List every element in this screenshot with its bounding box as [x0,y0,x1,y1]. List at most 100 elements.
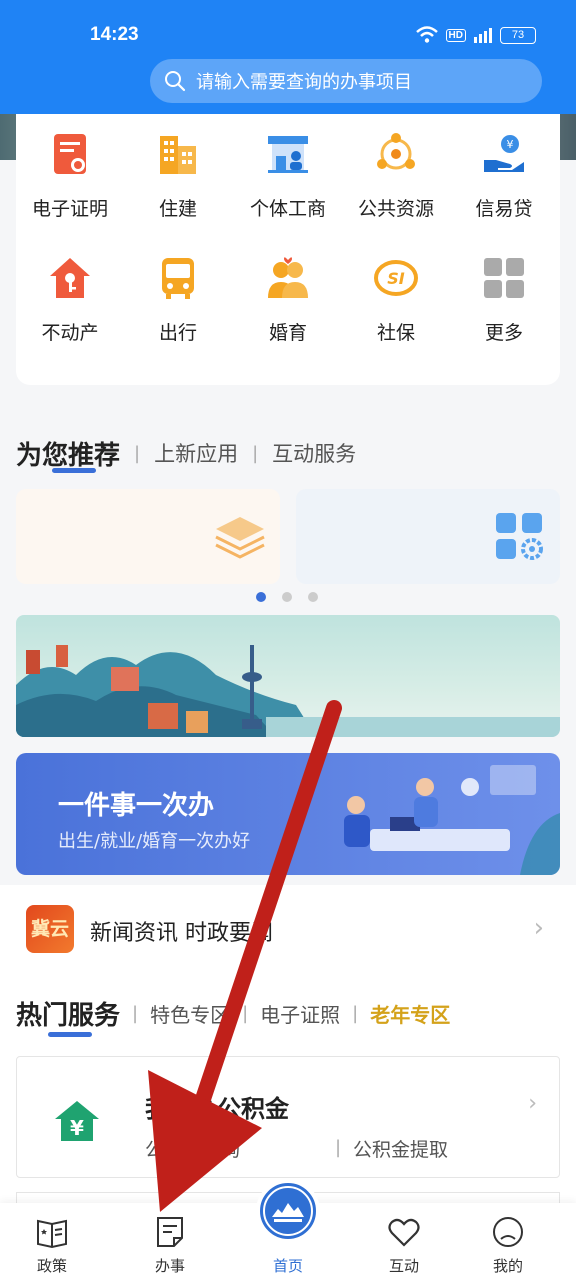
recommend-card-2[interactable] [296,489,560,584]
grid-label: 婚育 [268,322,307,344]
one-thing-promo-banner[interactable]: 一件事一次办 出生/就业/婚育一次办好 [16,753,560,875]
nav-home-label: 首页 [272,1257,303,1275]
grid-item-credit-loan[interactable]: ¥ 信易贷 [450,130,558,221]
grid-item-housing[interactable]: 住建 [124,130,232,221]
nav-label: 互动 [388,1257,419,1275]
search-placeholder: 请输入需要查询的办事项目 [196,72,412,93]
tab-elderly-zone[interactable]: 老年专区 [370,999,450,1028]
wifi-icon [415,26,438,43]
search-input[interactable]: 请输入需要查询的办事项目 [150,59,542,103]
grid-label: 社保 [376,322,415,344]
grid-item-electronic-cert[interactable]: 电子证明 [16,130,124,221]
grid-label: 出行 [158,322,197,344]
social-security-icon: SI [374,260,418,296]
tab-recommend[interactable]: 为您推荐 [16,435,120,472]
nav-interact[interactable]: 互动 [364,1215,444,1276]
carousel-dot-active[interactable] [256,592,266,602]
bottom-navigation: 政策 办事 首页 互动 我的 [0,1179,576,1280]
grid-label: 不动产 [41,322,99,344]
grid-item-marriage[interactable]: 婚育 [234,254,342,345]
status-time: 14:23 [90,24,139,45]
tab-hot-services[interactable]: 热门服务 [16,995,120,1032]
app-header: 14:23 HD 73 请输入需要查询的办事项目 [0,0,576,114]
grid-item-business[interactable]: 个体工商 [234,130,342,221]
battery-icon: 73 [500,26,536,44]
nav-label: 我的 [492,1257,523,1275]
shop-icon [268,136,308,173]
news-label: 新闻资讯 时政要闻 [90,921,273,946]
more-grid-icon [484,258,524,298]
grid-label: 公共资源 [357,198,434,220]
jiyun-logo: 冀云 [26,905,74,953]
grid-label: 信易贷 [475,198,533,220]
service-document-icon [157,1217,183,1247]
great-wall-illustration [16,645,560,737]
tab-separator: | [242,1003,249,1024]
active-tab-indicator [52,468,96,473]
certificate-icon [54,134,86,174]
couple-icon [268,257,308,298]
grid-item-real-estate[interactable]: 不动产 [16,254,124,345]
news-row[interactable]: 冀云 新闻资讯 时政要闻 › [0,885,576,973]
svg-text:¥: ¥ [507,138,514,151]
link-separator: | [335,1137,342,1158]
heart-icon [388,1218,420,1247]
grid-label: 更多 [484,322,523,344]
carousel-dot[interactable] [308,592,318,602]
grid-item-travel[interactable]: 出行 [124,254,232,345]
carousel-dots [256,592,318,602]
tab-e-license[interactable]: 电子证照 [260,999,340,1028]
nav-service[interactable]: 办事 [130,1215,210,1276]
tab-separator: | [134,442,141,464]
apps-settings-icon [496,513,543,560]
nav-policy[interactable]: 政策 [12,1215,92,1276]
housing-fund-icon: ¥ [55,1101,99,1141]
tab-separator: | [132,1003,139,1024]
hot-services-tabs: 热门服务 | 特色专区 | 电子证照 | 老年专区 [16,995,450,1032]
search-icon [165,71,186,92]
bus-icon [162,258,194,299]
status-bar: 14:23 HD 73 [0,22,576,52]
signal-icon [474,27,492,43]
housing-fund-card[interactable]: ¥ 我要办公积金 公积金查询 | 公积金提取 › [16,1056,560,1178]
tab-interactive-services[interactable]: 互动服务 [272,438,356,468]
tab-special-zone[interactable]: 特色专区 [150,999,230,1028]
scenery-banner[interactable] [16,615,560,737]
tab-separator: | [352,1003,359,1024]
recommend-tabs: 为您推荐 | 上新应用 | 互动服务 [16,428,560,478]
profile-icon [493,1217,523,1247]
grid-item-social-security[interactable]: SI 社保 [342,254,450,345]
carousel-dot[interactable] [282,592,292,602]
chevron-right-icon: › [533,913,544,943]
loan-hand-icon: ¥ [484,135,524,172]
grid-label: 电子证明 [31,198,108,220]
grid-item-more[interactable]: 更多 [450,254,558,345]
layers-icon [215,517,265,559]
svg-text:SI: SI [387,269,405,288]
nav-label: 政策 [36,1257,67,1275]
policy-book-icon [37,1219,67,1249]
service-desk-illustration [344,765,560,875]
recommend-card-1[interactable] [16,489,280,584]
building-icon [160,136,196,174]
promo-title: 一件事一次办 [58,791,215,821]
service-grid: 电子证明 住建 个体工商 公共资源 ¥ 信易贷 不动产 出行 婚育 SI 社保 … [16,114,560,385]
grid-item-public-resource[interactable]: 公共资源 [342,130,450,221]
fund-title: 我要办公积金 [145,1095,289,1123]
fund-withdraw-link[interactable]: 公积金提取 [353,1135,448,1162]
chevron-right-icon: › [528,1091,537,1116]
status-icons: HD 73 [415,26,536,44]
nav-label: 办事 [154,1257,185,1275]
resource-network-icon [377,133,415,170]
promo-subtitle: 出生/就业/婚育一次办好 [58,831,251,852]
nav-home-button[interactable] [256,1179,320,1243]
nav-mine[interactable]: 我的 [468,1215,548,1276]
house-key-icon [50,258,90,298]
tab-new-apps[interactable]: 上新应用 [154,438,238,468]
fund-query-link[interactable]: 公积金查询 [145,1135,240,1162]
home-emblem-icon [263,1186,313,1236]
active-tab-indicator [48,1032,92,1037]
grid-label: 个体工商 [249,198,326,220]
hd-badge: HD [445,28,466,42]
svg-text:¥: ¥ [70,1116,84,1140]
